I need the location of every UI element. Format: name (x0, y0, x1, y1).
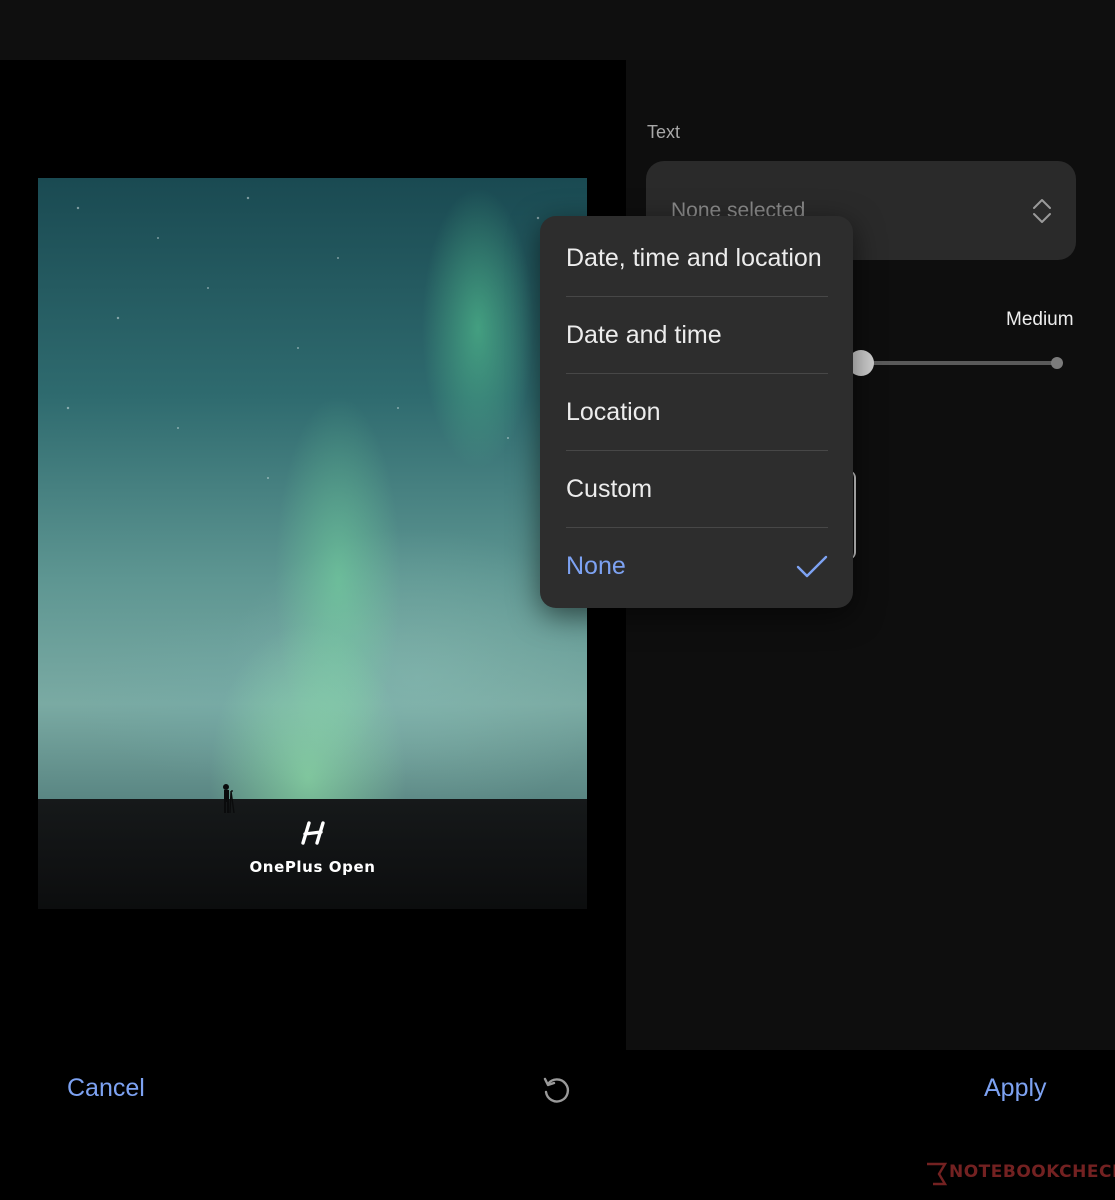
cancel-button[interactable]: Cancel (67, 1074, 145, 1103)
photographer-silhouette (223, 784, 235, 813)
site-watermark-text: NOTEBOOKCHECK (949, 1162, 1115, 1182)
menu-item-location[interactable]: Location (566, 374, 828, 451)
photo-preview: OnePlus Open (38, 178, 587, 909)
text-setting-label: Text (647, 122, 681, 142)
menu-item-date-time-location[interactable]: Date, time and location (566, 220, 828, 297)
watermark-text: OnePlus Open (249, 858, 376, 876)
menu-item-date-time[interactable]: Date and time (566, 297, 828, 374)
checkmark-icon (796, 555, 828, 578)
text-options-menu: Date, time and location Date and time Lo… (540, 216, 853, 608)
notebookcheck-logo-icon (927, 1162, 947, 1186)
hasselblad-h-logo-icon (301, 821, 325, 845)
ground (38, 799, 587, 909)
menu-item-none[interactable]: None (566, 528, 828, 605)
site-watermark-logo: NOTEBOOKCHECK (925, 1156, 1115, 1196)
menu-item-custom[interactable]: Custom (566, 451, 828, 528)
up-down-chevron-icon (1033, 199, 1051, 223)
top-bar (0, 0, 1115, 60)
size-value-label: Medium (1006, 309, 1074, 330)
apply-button[interactable]: Apply (984, 1074, 1047, 1103)
size-slider-end-dot (1051, 357, 1063, 369)
reset-icon[interactable] (541, 1074, 573, 1106)
size-slider-track[interactable] (861, 361, 1057, 365)
